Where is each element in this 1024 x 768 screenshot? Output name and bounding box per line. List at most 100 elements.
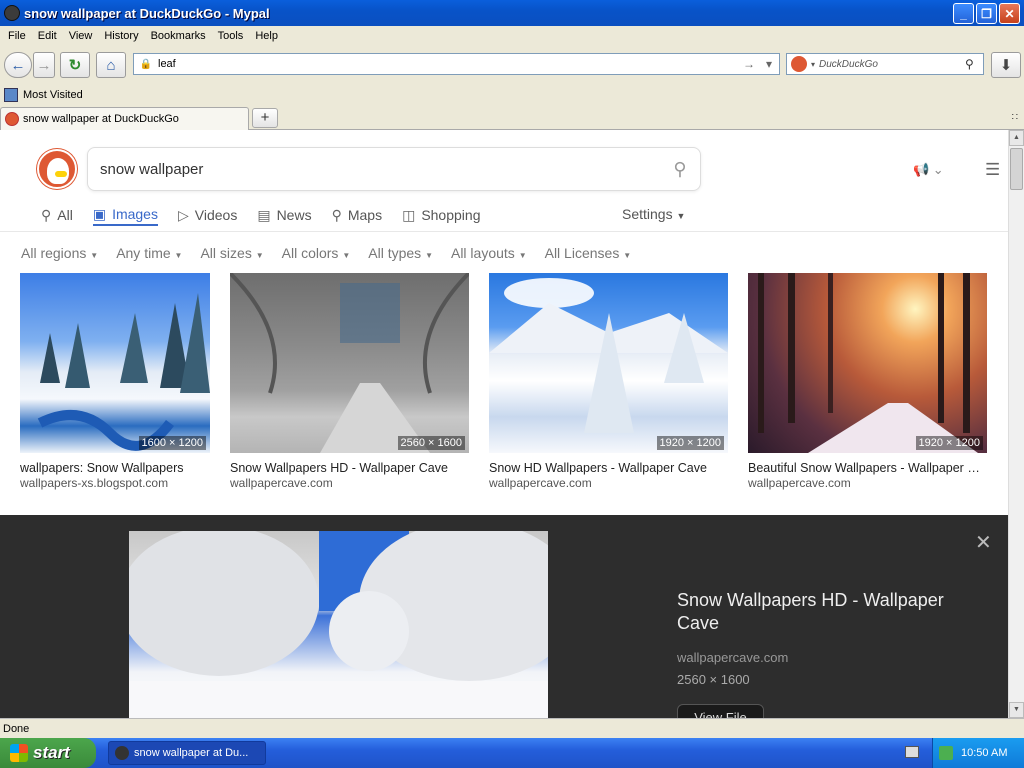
menu-help[interactable]: Help bbox=[249, 30, 284, 42]
result-title[interactable]: wallpapers: Snow Wallpapers bbox=[20, 461, 210, 475]
home-button[interactable]: ⌂ bbox=[96, 52, 126, 78]
image-result[interactable]: 2560 × 1600 Snow Wallpapers HD - Wallpap… bbox=[230, 273, 469, 490]
reload-button[interactable]: ↻ bbox=[60, 52, 90, 78]
image-dimensions: 1920 × 1200 bbox=[656, 436, 724, 450]
back-arrow-icon: ← bbox=[10, 56, 26, 74]
snowy-forest-image bbox=[37, 293, 210, 451]
start-label: start bbox=[33, 743, 70, 762]
ddg-search-field[interactable]: snow wallpaper ⚲ bbox=[87, 147, 701, 191]
result-thumbnail[interactable]: 1600 × 1200 bbox=[20, 273, 210, 453]
network-icon[interactable] bbox=[939, 746, 953, 760]
status-bar: Done bbox=[0, 718, 1024, 738]
menu-tools[interactable]: Tools bbox=[212, 30, 250, 42]
menu-view[interactable]: View bbox=[63, 30, 99, 42]
view-file-button[interactable]: View File bbox=[677, 704, 764, 718]
taskbar-window-button[interactable]: snow wallpaper at Du... bbox=[108, 741, 266, 765]
url-input[interactable]: leaf bbox=[158, 58, 739, 70]
page-scrollbar[interactable]: ▲ ▼ bbox=[1008, 130, 1024, 718]
url-bar[interactable]: 🔒 leaf → ▾ bbox=[133, 53, 780, 75]
detail-source[interactable]: wallpapercave.com bbox=[677, 650, 788, 665]
taskbar: start snow wallpaper at Du... 10:50 AM bbox=[0, 738, 1024, 768]
scrollbar-thumb[interactable] bbox=[1010, 148, 1023, 190]
shopping-bag-icon: ◫ bbox=[402, 206, 416, 223]
result-source[interactable]: wallpapercave.com bbox=[230, 476, 469, 490]
restore-button[interactable]: ❐ bbox=[976, 3, 997, 24]
mypal-app-icon bbox=[4, 5, 20, 21]
url-dropdown-icon[interactable]: ▾ bbox=[759, 57, 779, 71]
keyboard-icon[interactable] bbox=[905, 746, 919, 758]
result-source[interactable]: wallpapercave.com bbox=[489, 476, 728, 490]
image-result[interactable]: 1920 × 1200 Snow HD Wallpapers - Wallpap… bbox=[489, 273, 728, 490]
tab-images-label: Images bbox=[112, 206, 158, 222]
tab-all-label: All bbox=[57, 207, 73, 223]
filter-color[interactable]: All colors ▼ bbox=[282, 245, 351, 261]
scroll-down-icon[interactable]: ▼ bbox=[1009, 702, 1024, 718]
minimize-button[interactable]: _ bbox=[953, 3, 974, 24]
sunset-forest-image bbox=[758, 273, 978, 453]
filter-region[interactable]: All regions ▼ bbox=[21, 245, 98, 261]
search-input[interactable]: DuckDuckGo bbox=[819, 59, 965, 70]
forward-button[interactable]: → bbox=[33, 52, 55, 78]
detail-image[interactable] bbox=[129, 531, 548, 718]
filter-license[interactable]: All Licenses ▼ bbox=[545, 245, 632, 261]
result-source[interactable]: wallpapercave.com bbox=[748, 476, 987, 490]
menu-file[interactable]: File bbox=[2, 30, 32, 42]
title-bar: snow wallpaper at DuckDuckGo - Mypal _ ❐… bbox=[0, 0, 1024, 26]
result-title[interactable]: Snow Wallpapers HD - Wallpaper Cave bbox=[230, 461, 469, 475]
tab-shopping[interactable]: ◫ Shopping bbox=[402, 204, 480, 226]
tab-list-icon[interactable]: ∷ bbox=[1012, 112, 1018, 123]
tab-news[interactable]: ▤ News bbox=[257, 204, 311, 226]
snowy-road-image bbox=[230, 273, 469, 453]
result-title[interactable]: Snow HD Wallpapers - Wallpaper Cave bbox=[489, 461, 728, 475]
tab-images[interactable]: ▣ Images bbox=[92, 204, 158, 226]
image-result[interactable]: 1920 × 1200 Beautiful Snow Wallpapers - … bbox=[748, 273, 987, 490]
result-source[interactable]: wallpapers-xs.blogspot.com bbox=[20, 476, 210, 490]
most-visited-bookmark[interactable]: Most Visited bbox=[23, 89, 83, 101]
engine-dropdown-icon[interactable]: ▾ bbox=[811, 60, 815, 69]
tab-ddg[interactable]: snow wallpaper at DuckDuckGo bbox=[0, 107, 249, 130]
chevron-down-icon: ▼ bbox=[676, 211, 686, 221]
settings-dropdown[interactable]: Settings ▼ bbox=[622, 206, 685, 222]
megaphone-icon[interactable]: 📢 ⌄ bbox=[913, 162, 944, 178]
window-title: snow wallpaper at DuckDuckGo - Mypal bbox=[24, 5, 270, 21]
menu-edit[interactable]: Edit bbox=[32, 30, 63, 42]
detail-title[interactable]: Snow Wallpapers HD - Wallpaper Cave bbox=[677, 589, 977, 635]
play-icon: ▷ bbox=[177, 206, 189, 223]
result-thumbnail[interactable]: 2560 × 1600 bbox=[230, 273, 469, 453]
status-text: Done bbox=[3, 722, 30, 735]
tab-maps[interactable]: ⚲ Maps bbox=[332, 204, 383, 226]
news-icon: ▤ bbox=[257, 206, 271, 223]
filter-type[interactable]: All types ▼ bbox=[368, 245, 433, 261]
new-tab-button[interactable]: + bbox=[252, 108, 278, 128]
query-input[interactable]: snow wallpaper bbox=[100, 161, 660, 178]
clock[interactable]: 10:50 AM bbox=[961, 747, 1007, 759]
duckduckgo-logo[interactable] bbox=[37, 149, 77, 189]
browser-search-box[interactable]: ▾ DuckDuckGo ⚲ bbox=[786, 53, 984, 75]
home-icon: ⌂ bbox=[106, 56, 116, 74]
filter-size[interactable]: All sizes ▼ bbox=[200, 245, 263, 261]
hamburger-menu-icon[interactable]: ☰ bbox=[985, 160, 1000, 180]
back-button[interactable]: ← bbox=[4, 52, 32, 78]
tab-bar: snow wallpaper at DuckDuckGo + ∷ bbox=[0, 105, 1024, 130]
close-button[interactable]: ✕ bbox=[999, 3, 1020, 24]
menu-history[interactable]: History bbox=[98, 30, 144, 42]
result-thumbnail[interactable]: 1920 × 1200 bbox=[489, 273, 728, 453]
search-icon[interactable]: ⚲ bbox=[965, 57, 983, 71]
filter-layout[interactable]: All layouts ▼ bbox=[451, 245, 527, 261]
image-result[interactable]: 1600 × 1200 wallpapers: Snow Wallpapers … bbox=[20, 273, 210, 490]
tab-videos[interactable]: ▷ Videos bbox=[178, 204, 237, 226]
navigation-toolbar: ← → ↻ ⌂ 🔒 leaf → ▾ ▾ DuckDuckGo ⚲ ⬇ bbox=[0, 46, 1024, 84]
search-icon[interactable]: ⚲ bbox=[660, 159, 700, 180]
scroll-up-icon[interactable]: ▲ bbox=[1009, 130, 1024, 146]
duckduckgo-engine-icon[interactable] bbox=[791, 56, 807, 72]
filter-time[interactable]: Any time ▼ bbox=[116, 245, 182, 261]
menu-bookmarks[interactable]: Bookmarks bbox=[145, 30, 212, 42]
close-detail-button[interactable]: ✕ bbox=[975, 530, 992, 555]
result-title[interactable]: Beautiful Snow Wallpapers - Wallpaper Ca… bbox=[748, 461, 987, 475]
tab-all[interactable]: ⚲ All bbox=[41, 204, 73, 226]
result-thumbnail[interactable]: 1920 × 1200 bbox=[748, 273, 987, 453]
downloads-button[interactable]: ⬇ bbox=[991, 52, 1021, 78]
go-arrow-icon[interactable]: → bbox=[739, 57, 759, 71]
start-button[interactable]: start bbox=[0, 738, 96, 768]
reload-icon: ↻ bbox=[68, 57, 82, 74]
